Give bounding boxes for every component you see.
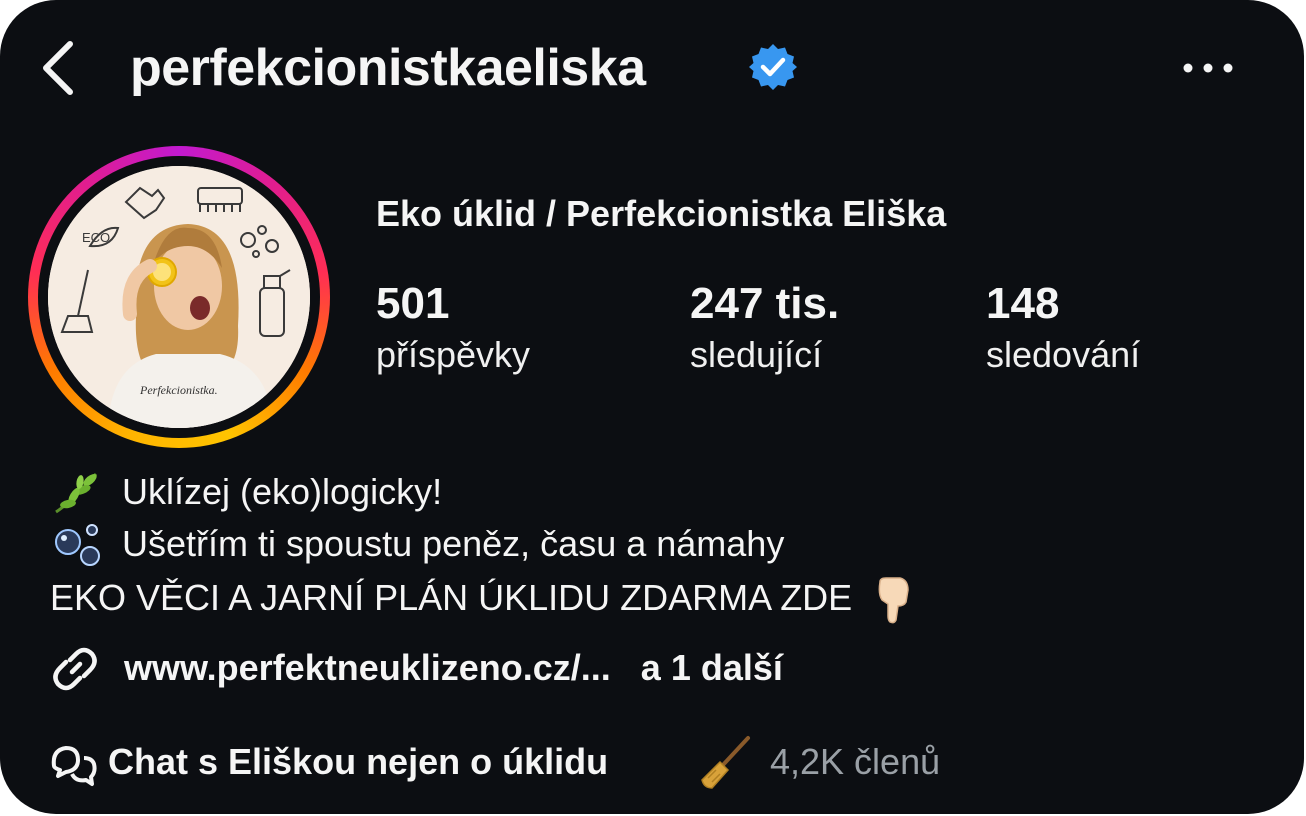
chevron-left-icon <box>43 41 73 95</box>
bubbles-emoji <box>55 524 100 566</box>
avatar-shirt-text: Perfekcionistka. <box>139 383 218 397</box>
back-button[interactable] <box>36 38 84 98</box>
profile-username: perfekcionistkaeliska <box>130 39 646 97</box>
pointing-down-emoji <box>878 577 909 624</box>
stat-following-label: sledování <box>986 334 1141 375</box>
bio-link-text: www.perfektneuklizeno.cz/... a 1 další <box>124 644 783 692</box>
more-horizontal-icon <box>1183 63 1233 73</box>
avatar-image: ECO Perfekcionistka. <box>48 166 310 428</box>
bio-line-2: Ušetřím ti spoustu peněz, času a námahy <box>50 522 784 566</box>
stat-followers-value: 247 tis. <box>690 279 840 328</box>
chat-bubbles-icon <box>51 746 97 786</box>
bio-line-3-text: EKO VĚCI A JARNÍ PLÁN ÚKLIDU ZDARMA ZDE <box>50 577 853 618</box>
avatar-eco-text: ECO <box>82 230 110 245</box>
bio-link-url: www.perfektneuklizeno.cz/... <box>124 647 611 688</box>
bio-line-3: EKO VĚCI A JARNÍ PLÁN ÚKLIDU ZDARMA ZDE <box>50 576 914 624</box>
avatar[interactable]: ECO Perfekcionistka. <box>48 166 310 428</box>
profile-full-name: Eko úklid / Perfekcionistka Eliška <box>376 193 947 234</box>
stat-posts-value: 501 <box>376 279 450 328</box>
channel-title: Chat s Eliškou nejen o úklidu <box>108 741 609 782</box>
bio-line-2-text: Ušetřím ti spoustu peněz, času a námahy <box>122 523 785 564</box>
stat-followers-label: sledující <box>690 334 823 375</box>
more-options-button[interactable] <box>1180 52 1236 84</box>
verified-badge-icon <box>749 44 797 90</box>
bio-line-1-text: Uklízej (eko)logicky! <box>122 471 443 512</box>
bio-link-more: a 1 další <box>640 647 783 688</box>
channel-members-count: 4,2K členů <box>770 741 941 782</box>
broom-emoji <box>701 736 750 789</box>
stat-following-value: 148 <box>986 279 1060 328</box>
stat-posts-label: příspěvky <box>376 334 531 375</box>
bio-line-1: Uklízej (eko)logicky! <box>50 470 442 514</box>
stat-following[interactable]: 148 sledování <box>986 278 1140 380</box>
stat-posts[interactable]: 501 příspěvky <box>376 278 530 380</box>
herb-emoji <box>55 473 98 514</box>
stat-followers[interactable]: 247 tis. sledující <box>690 278 839 380</box>
profile-card: perfekcionistkaeliska ECO Perfekcionistk… <box>0 0 1304 814</box>
link-icon <box>53 647 97 691</box>
